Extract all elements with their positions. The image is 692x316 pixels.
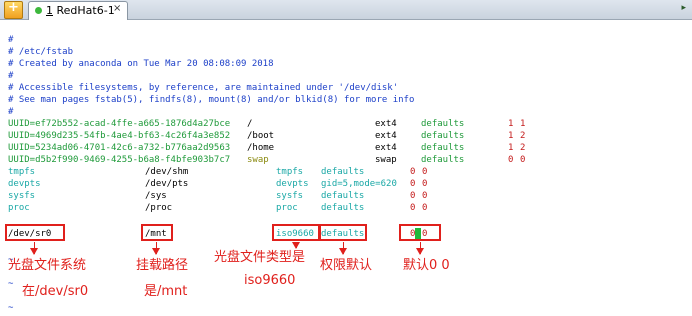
fstab-mount: /dev/pts [145, 179, 189, 189]
fstab-mount: /boot [247, 131, 275, 141]
type-highlight-box [272, 224, 320, 241]
fstab-type: ext4 [375, 143, 397, 153]
options-note: 权限默认 [320, 258, 373, 273]
fstab-type: ext4 [375, 119, 397, 129]
mount-note: 挂载路径 [136, 258, 189, 273]
fstab-type: ext4 [375, 131, 397, 141]
fstab-mount: /dev/shm [145, 167, 189, 177]
tab-scroll-right-icon[interactable]: ▸ [681, 3, 686, 13]
device-note: 光盘文件系统 [8, 258, 87, 273]
fstab-pass: 0 [422, 203, 428, 213]
fstab-device: UUID=ef72b552-acad-4ffe-a665-1876d4a27bc… [8, 119, 231, 129]
device-note-sub: 在/dev/sr0 [22, 284, 89, 299]
fstab-type: proc [276, 203, 298, 213]
comment-line: # Created by anaconda on Tue Mar 20 08:0… [8, 59, 274, 69]
fstab-options: defaults [321, 191, 365, 201]
type-arrow-icon [292, 242, 300, 249]
fstab-device: sysfs [8, 191, 36, 201]
fstab-device: proc [8, 203, 30, 213]
fstab-options: defaults [421, 119, 465, 129]
fstab-mount: swap [247, 155, 269, 165]
comment-line: # [8, 107, 14, 117]
fstab-mount: /home [247, 143, 275, 153]
fstab-pass: 2 [520, 143, 526, 153]
fstab-type: devpts [276, 179, 309, 189]
fstab-options: defaults [321, 203, 365, 213]
fstab-options: defaults [421, 155, 465, 165]
mount-highlight-box [141, 224, 173, 241]
fstab-options: defaults [421, 131, 465, 141]
fstab-mount: /proc [145, 203, 173, 213]
options-arrow-icon [339, 242, 347, 255]
fstab-device: UUID=d5b2f990-9469-4255-b6a8-f4bfe903b7c… [8, 155, 231, 165]
fstab-pass: 0 [520, 155, 526, 165]
fstab-mount: / [247, 119, 253, 129]
plus-icon: + [8, 0, 19, 15]
fstab-type: swap [375, 155, 397, 165]
fstab-type: sysfs [276, 191, 304, 201]
dumppass-note: 默认0 0 [403, 258, 450, 273]
fstab-dump: 0 [508, 155, 514, 165]
fstab-device: UUID=5234ad06-4701-42c6-a732-b776aa2d956… [8, 143, 231, 153]
tab-title: RedHat6-1 [56, 4, 115, 17]
type-note: 光盘文件类型是 [214, 250, 306, 265]
empty-line-tilde: ~ [8, 279, 14, 289]
mount-arrow-icon [152, 242, 160, 255]
fstab-dump: 1 [508, 131, 514, 141]
fstab-pass: 0 [422, 167, 428, 177]
comment-line: # /etc/fstab [8, 47, 74, 57]
fstab-pass: 2 [520, 131, 526, 141]
status-dot-icon [35, 7, 42, 14]
fstab-options: gid=5,mode=620 [321, 179, 397, 189]
empty-line-tilde: ~ [8, 303, 14, 313]
fstab-pass: 1 [520, 119, 526, 129]
tab-label: 1 RedHat6-1 [46, 4, 115, 17]
tab-bar: + 1 RedHat6-1 × ▸ [0, 0, 692, 20]
fstab-mount: /sys [145, 191, 167, 201]
fstab-options: defaults [321, 167, 365, 177]
fstab-device: tmpfs [8, 167, 36, 177]
dumppass-highlight-box [399, 224, 441, 241]
comment-line: # See man pages fstab(5), findfs(8), mou… [8, 95, 415, 105]
fstab-device: UUID=4969d235-54fb-4ae4-bf63-4c26f4a3e85… [8, 131, 231, 141]
fstab-pass: 0 [422, 179, 428, 189]
new-tab-button[interactable]: + [4, 0, 23, 19]
close-tab-icon[interactable]: × [113, 3, 121, 14]
fstab-device: devpts [8, 179, 41, 189]
session-tab[interactable]: 1 RedHat6-1 × [28, 1, 128, 20]
fstab-type: tmpfs [276, 167, 304, 177]
comment-line: # Accessible filesystems, by reference, … [8, 83, 399, 93]
fstab-options: defaults [421, 143, 465, 153]
comment-line: # [8, 35, 14, 45]
mount-note-sub: 是/mnt [144, 284, 188, 299]
fstab-dump: 1 [508, 119, 514, 129]
fstab-dump: 0 [410, 191, 416, 201]
fstab-dump: 0 [410, 179, 416, 189]
type-note-sub: iso9660 [244, 273, 296, 288]
fstab-dump: 0 [410, 203, 416, 213]
device-highlight-box [5, 224, 65, 241]
comment-line: # [8, 71, 14, 81]
fstab-pass: 0 [422, 191, 428, 201]
options-highlight-box [319, 224, 367, 241]
dumppass-arrow-icon [416, 242, 424, 255]
fstab-dump: 1 [508, 143, 514, 153]
device-arrow-icon [30, 242, 38, 255]
tab-number: 1 [46, 4, 53, 17]
fstab-dump: 0 [410, 167, 416, 177]
